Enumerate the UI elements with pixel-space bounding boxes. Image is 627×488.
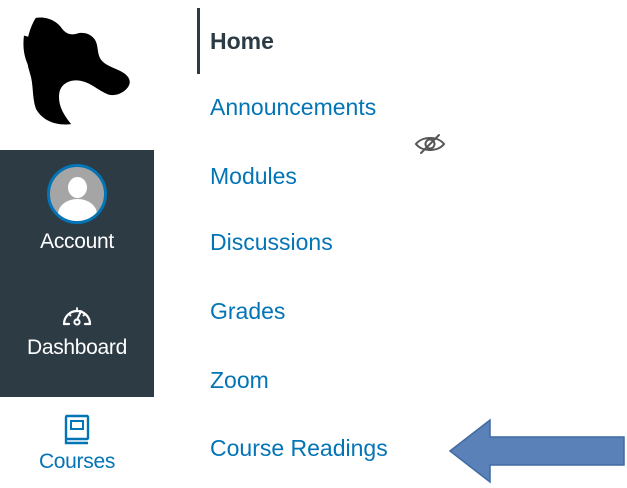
- dashboard-gauge-icon: [62, 307, 92, 326]
- course-nav-grades[interactable]: Grades: [210, 298, 285, 325]
- book-icon: [64, 414, 90, 445]
- course-nav-modules[interactable]: Modules: [210, 163, 297, 190]
- horse-head-logo-icon[interactable]: [22, 12, 140, 130]
- active-item-indicator: [197, 8, 200, 74]
- avatar-icon: [47, 164, 107, 224]
- dashboard-label: Dashboard: [26, 336, 128, 359]
- global-nav-dashboard[interactable]: Dashboard: [0, 300, 154, 360]
- course-nav-home[interactable]: Home: [210, 28, 274, 55]
- courses-label: Courses: [38, 450, 116, 473]
- course-nav-discussions[interactable]: Discussions: [210, 229, 333, 256]
- eye-slash-icon: [414, 134, 446, 154]
- account-label: Account: [40, 230, 114, 253]
- left-arrow-icon: [448, 418, 625, 484]
- global-nav-courses[interactable]: Courses: [0, 414, 154, 474]
- course-nav-zoom[interactable]: Zoom: [210, 367, 269, 394]
- course-nav-course-readings[interactable]: Course Readings: [210, 435, 388, 462]
- global-nav-account[interactable]: Account: [0, 164, 154, 254]
- canvas-page: Account Dashboard Courses Home Announcem…: [0, 0, 627, 488]
- course-nav-announcements[interactable]: Announcements: [210, 94, 376, 121]
